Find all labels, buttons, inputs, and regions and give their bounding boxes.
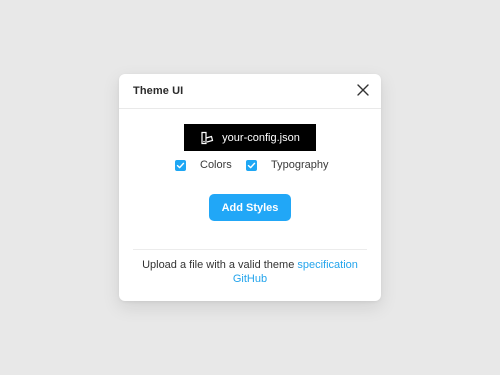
close-button[interactable] [356, 83, 370, 97]
close-icon [357, 84, 369, 96]
footer-text: Upload a file with a valid theme [142, 259, 295, 271]
option-typography[interactable]: Typography [246, 159, 328, 171]
footer-help: Upload a file with a valid theme specifi… [119, 258, 381, 286]
option-colors[interactable]: Colors [175, 159, 232, 171]
file-icon [201, 131, 214, 144]
theme-ui-dialog: Theme UI your-config.json Colors Typogra… [119, 74, 381, 301]
options-group: Colors Typography [119, 159, 381, 175]
option-typography-label: Typography [271, 159, 329, 171]
dialog-header: Theme UI [119, 74, 381, 109]
github-link[interactable]: GitHub [233, 273, 267, 285]
file-button-label: your-config.json [222, 131, 300, 144]
checkbox-typography[interactable] [246, 159, 257, 171]
checkmark-icon [247, 162, 256, 168]
specification-link[interactable]: specification [297, 259, 358, 271]
checkmark-icon [176, 162, 185, 168]
add-styles-button[interactable]: Add Styles [209, 194, 291, 221]
dialog-title: Theme UI [133, 85, 184, 97]
file-upload-button[interactable]: your-config.json [184, 124, 316, 151]
checkbox-colors[interactable] [175, 159, 186, 171]
divider [133, 249, 367, 250]
option-colors-label: Colors [200, 159, 232, 171]
